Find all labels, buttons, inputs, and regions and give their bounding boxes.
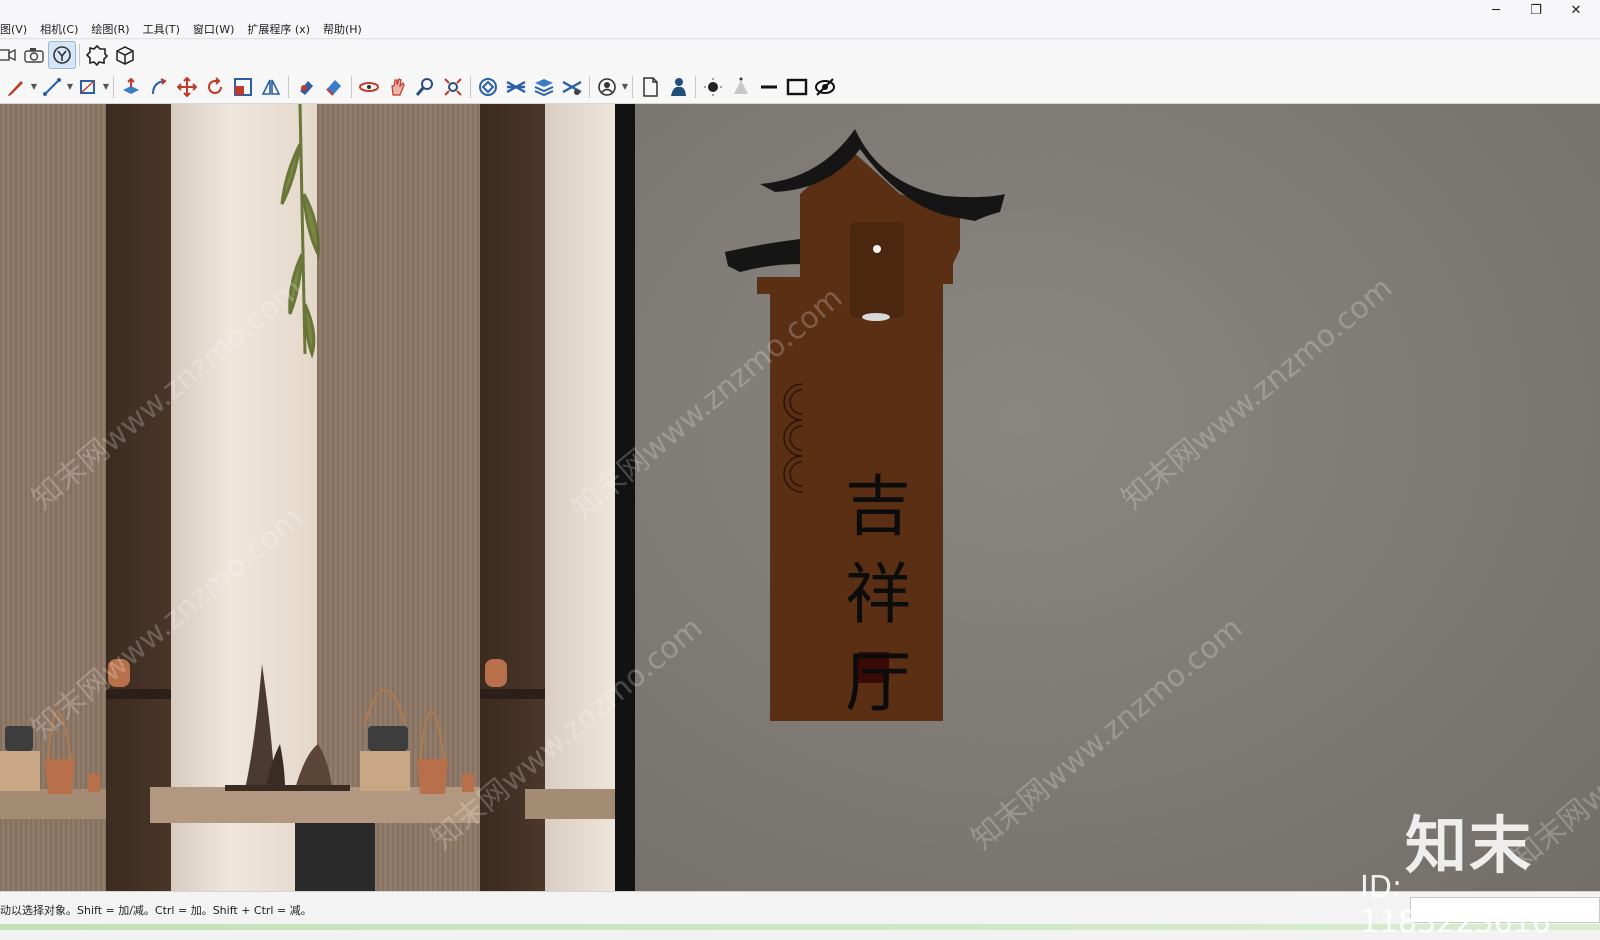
model-viewport[interactable]: 吉 祥 厅 知末网www.znzmo.com 知末网www.znzmo.com …: [0, 104, 1600, 891]
toolbar-separator: [470, 75, 471, 98]
rectangle-icon[interactable]: [74, 73, 102, 101]
camera-icon[interactable]: [20, 41, 48, 69]
chevron-down-icon[interactable]: ▼: [102, 82, 110, 91]
menu-tools[interactable]: 工具(T): [143, 21, 180, 37]
page-icon[interactable]: [636, 73, 664, 101]
toolbar-separator: [632, 75, 633, 98]
push-pull-icon[interactable]: [117, 73, 145, 101]
title-bar: 图(V) 相机(C) 绘图(R) 工具(T) 窗口(W) 扩展程序 (x) 帮助…: [0, 0, 1600, 39]
toolbar-separator: [79, 44, 80, 66]
layers-stack-icon[interactable]: [530, 73, 558, 101]
sign-char-1: 吉: [845, 468, 911, 545]
zoom-window-icon[interactable]: [439, 73, 467, 101]
layer-settings-icon[interactable]: [558, 73, 586, 101]
line-segment-icon[interactable]: [755, 73, 783, 101]
follow-me-icon[interactable]: [145, 73, 173, 101]
pan-icon[interactable]: [383, 73, 411, 101]
toolbar-separator: [351, 75, 352, 98]
chevron-down-icon[interactable]: ▼: [66, 82, 74, 91]
toolbar-separator: [288, 75, 289, 98]
component-icon[interactable]: [83, 41, 111, 69]
chevron-down-icon[interactable]: ▼: [621, 82, 629, 91]
tag-icon[interactable]: [474, 73, 502, 101]
toolbar-separator: [589, 75, 590, 98]
hide-icon[interactable]: [811, 73, 839, 101]
person-icon[interactable]: [664, 73, 692, 101]
toolbar-separator: [113, 75, 114, 98]
rotate-icon[interactable]: [201, 73, 229, 101]
status-hint: 动以选择对象。Shift = 加/减。Ctrl = 加。Shift + Ctrl…: [0, 904, 312, 917]
square-icon[interactable]: [783, 73, 811, 101]
scale-icon[interactable]: [229, 73, 257, 101]
menu-view[interactable]: 图(V): [0, 21, 27, 37]
minimize-button[interactable]: ─: [1476, 0, 1516, 20]
paint-icon[interactable]: [292, 73, 320, 101]
menu-draw[interactable]: 绘图(R): [91, 21, 129, 37]
eraser-icon[interactable]: [320, 73, 348, 101]
zoom-extents-icon[interactable]: [48, 41, 76, 69]
menu-extensions[interactable]: 扩展程序 (x): [247, 21, 310, 37]
toolbar-camera: [0, 40, 1600, 70]
section-box-icon[interactable]: [111, 41, 139, 69]
sign-characters: 吉 祥 厅: [838, 464, 918, 728]
point-icon[interactable]: [699, 73, 727, 101]
toolbar-drawing: ▼ ▼ ▼ ▼: [0, 70, 1600, 104]
line-icon[interactable]: [38, 73, 66, 101]
menu-bar: 图(V) 相机(C) 绘图(R) 工具(T) 窗口(W) 扩展程序 (x) 帮助…: [0, 21, 362, 37]
layers-icon[interactable]: [502, 73, 530, 101]
orbit-icon[interactable]: [355, 73, 383, 101]
sign-char-3: 厅: [845, 644, 911, 721]
cone-icon[interactable]: [727, 73, 755, 101]
pencil-icon[interactable]: [2, 73, 30, 101]
user-circle-icon[interactable]: [593, 73, 621, 101]
menu-camera[interactable]: 相机(C): [40, 21, 78, 37]
zoom-icon[interactable]: [411, 73, 439, 101]
menu-window[interactable]: 窗口(W): [193, 21, 234, 37]
chevron-down-icon[interactable]: ▼: [30, 82, 38, 91]
toolbar-separator: [695, 75, 696, 98]
sign-char-2: 祥: [845, 556, 911, 633]
camera-previous-icon[interactable]: [0, 41, 20, 69]
move-icon[interactable]: [173, 73, 201, 101]
menu-help[interactable]: 帮助(H): [323, 21, 362, 37]
restore-button[interactable]: ❐: [1516, 0, 1556, 20]
close-button[interactable]: ✕: [1556, 0, 1596, 20]
sign-board: [725, 129, 1005, 721]
mirror-icon[interactable]: [257, 73, 285, 101]
